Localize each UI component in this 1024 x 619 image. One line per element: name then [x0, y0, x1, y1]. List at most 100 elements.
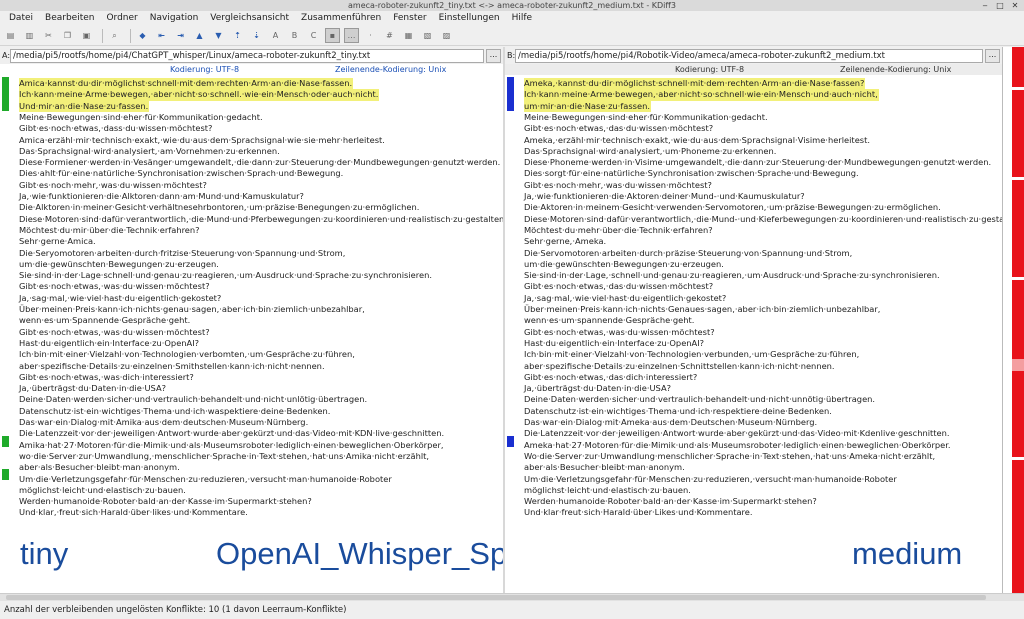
text-line: um·die·gewünschten·Bewegungen·zu·erzeuge…: [19, 258, 219, 269]
text-line: Die·Latenzzeit·vor·der·jeweiligen·Antwor…: [524, 428, 950, 439]
search-icon[interactable]: ⌕: [107, 28, 122, 43]
overview-gap: [1012, 457, 1024, 460]
text-line: Sehr·gerne·Amica.: [19, 236, 96, 247]
split-view-icon[interactable]: ▧: [420, 28, 435, 43]
browse-button-a[interactable]: ...: [486, 48, 501, 63]
menu-ordner[interactable]: Ordner: [100, 11, 143, 26]
menu-navigation[interactable]: Navigation: [144, 11, 205, 26]
select-b-icon[interactable]: B: [287, 28, 302, 43]
current-diff-icon[interactable]: ◆: [135, 28, 150, 43]
path-input-b[interactable]: /media/pi5/rootfs/home/pi4/Robotik-Video…: [515, 48, 983, 63]
diff-gutter-b: [505, 75, 523, 593]
text-line: Meine·Bewegungen·sind·eher·für·Kommunika…: [524, 111, 768, 122]
prev-conflict-icon[interactable]: ⇡: [230, 28, 245, 43]
text-line: möglichst·leicht·und·elastisch·zu·bauen.: [524, 484, 691, 495]
browse-button-b[interactable]: ...: [985, 48, 1000, 63]
overview-gap: [1012, 87, 1024, 90]
text-line: Deine·Daten·werden·sicher·und·vertraulic…: [19, 394, 368, 405]
menu-hilfe[interactable]: Hilfe: [506, 11, 538, 26]
text-line: Werden·humanoide·Roboter·bald·an·der·Kas…: [19, 496, 312, 507]
text-line: Ich·kann·meine·Arme·bewegen,·aber·nicht·…: [524, 89, 879, 101]
text-line: Das·Sprachsignal·wird·analysiert,·am·Vor…: [19, 145, 280, 156]
text-line: Hast·du·eigentlich·ein·Interface·zu·Open…: [524, 337, 705, 348]
bottom-icon[interactable]: ⇥: [173, 28, 188, 43]
path-input-a[interactable]: /media/pi5/rootfs/home/pi4/ChatGPT_whisp…: [10, 48, 484, 63]
select-c-icon[interactable]: C: [306, 28, 321, 43]
text-line: Gibt·es·noch·etwas,·das·dich·interessier…: [524, 371, 698, 382]
text-line: Wo·die·Server·zur·Umwandlung·menschliche…: [524, 450, 936, 461]
text-line: Ameka·hat·27·Motoren·für·die·Mimik·und·a…: [524, 439, 951, 450]
save-icon[interactable]: ▤: [3, 28, 18, 43]
auto-advance-icon[interactable]: ▪: [325, 28, 340, 43]
open-icon[interactable]: ▥: [22, 28, 37, 43]
menu-bearbeiten[interactable]: Bearbeiten: [39, 11, 100, 26]
horizontal-scrollbar[interactable]: [0, 593, 1024, 601]
show-whitespace-icon[interactable]: ·: [363, 28, 378, 43]
toolbar-separator: [102, 28, 103, 43]
text-line: um·die·gewünschten·Bewegungen·zu·erzeuge…: [524, 258, 724, 269]
minimize-icon[interactable]: ‒: [978, 1, 992, 10]
text-line: Diese·Motoren·sind·dafür·verantwortlich,…: [524, 213, 1002, 224]
text-line: Um·die·Verletzungsgefahr·für·Menschen·zu…: [524, 473, 897, 484]
paste-icon[interactable]: ▣: [79, 28, 94, 43]
text-line: Sie·sind·in·der·Lage,·schnell·und·genau·…: [524, 270, 940, 281]
line-ending-label-b: Zeilenende-Kodierung: Unix: [840, 65, 952, 74]
toolbar: ▤ ▥ ✂ ❐ ▣ ⌕ ◆ ⇤ ⇥ ▲ ▼ ⇡ ⇣ A B C ▪ … · # …: [0, 26, 1024, 46]
text-line: Um·die·Verletzungsgefahr·für·Menschen·zu…: [19, 473, 392, 484]
text-line: Gibt·es·noch·etwas,·was·du·wissen·möchte…: [524, 326, 715, 337]
overview-band: [1012, 47, 1024, 593]
text-line: Hast·du·eigentlich·ein·Interface·zu·Open…: [19, 337, 200, 348]
text-line: Das·Sprachsignal·wird·analysiert,·um·Pho…: [524, 145, 777, 156]
text-line: Gibt·es·noch·mehr,·was·du·wissen·möchtes…: [19, 179, 207, 190]
copy-icon[interactable]: ❐: [60, 28, 75, 43]
overview-mode-icon[interactable]: ▨: [439, 28, 454, 43]
overview-icon[interactable]: ▦: [401, 28, 416, 43]
cut-icon[interactable]: ✂: [41, 28, 56, 43]
text-line: Gibt·es·noch·etwas,·was·du·wissen·möchte…: [19, 281, 210, 292]
next-conflict-icon[interactable]: ⇣: [249, 28, 264, 43]
encoding-label-b: Kodierung: UTF-8: [675, 65, 745, 74]
diff-marker: [507, 436, 514, 447]
prev-diff-icon[interactable]: ▲: [192, 28, 207, 43]
select-a-icon[interactable]: A: [268, 28, 283, 43]
text-line: Ameka,·kannst·du·dir·möglichst·schnell·m…: [524, 78, 866, 90]
text-line: Dies·ahlt·für·eine·natürliche·Synchronis…: [19, 168, 344, 179]
diff-gutter-a: [0, 75, 18, 593]
info-bar-b: Kodierung: UTF-8 Zeilenende-Kodierung: U…: [505, 64, 1002, 75]
whitespace-icon[interactable]: …: [344, 28, 359, 43]
text-area-a[interactable]: Amica·kannst·du·dir·möglichst·schnell·mi…: [0, 75, 503, 593]
line-ending-label-a: Zeilenende-Kodierung: Unix: [335, 65, 447, 74]
menu-zusammenfuehren[interactable]: Zusammenführen: [295, 11, 387, 26]
text-line: Gibt·es·noch·etwas,·was·dich·interessier…: [19, 371, 194, 382]
menu-datei[interactable]: Datei: [3, 11, 39, 26]
maximize-icon[interactable]: □: [993, 1, 1007, 10]
line-numbers-icon[interactable]: #: [382, 28, 397, 43]
text-line: Die·Alktoren·in·meiner·Gesicht·verhältne…: [19, 202, 420, 213]
text-line: Deine·Daten·werden·sicher·und·vertraulic…: [524, 394, 876, 405]
overview-gap: [1012, 277, 1024, 280]
text-line: Datenschutz·ist·ein·wichtiges·Thema·und·…: [19, 405, 331, 416]
text-line: wenn·es·um·Spannende·Gespräche·geht.: [19, 315, 191, 326]
diff-overview[interactable]: [1002, 47, 1024, 593]
text-area-b[interactable]: Ameka,·kannst·du·dir·möglichst·schnell·m…: [505, 75, 1002, 593]
text-line: Möchtest·du·mehr·über·die·Technik·erfahr…: [524, 224, 713, 235]
text-line: Ameka,·erzähl·mir·technisch·exakt,·wie·d…: [524, 134, 871, 145]
next-diff-icon[interactable]: ▼: [211, 28, 226, 43]
text-line: möglichst·leicht·und·elastisch·zu·bauen.: [19, 484, 186, 495]
text-line: Diese·Motoren·sind·dafür·verantwortlich,…: [19, 213, 503, 224]
text-line: Dies·sorgt·für·eine·natürliche·Synchroni…: [524, 168, 859, 179]
menu-einstellungen[interactable]: Einstellungen: [433, 11, 506, 26]
text-line: Diese·Formiener·werden·in·Vesänger·umgew…: [19, 157, 501, 168]
top-icon[interactable]: ⇤: [154, 28, 169, 43]
text-line: aber·spezifische·Details·zu·einzelnen·Sm…: [19, 360, 325, 371]
close-icon[interactable]: ✕: [1008, 1, 1022, 10]
menu-vergleichsansicht[interactable]: Vergleichsansicht: [204, 11, 295, 26]
text-line: Über·meinen·Preis·kann·ich·nichts·Genaue…: [524, 304, 881, 314]
text-line: Ich·kann·meine·Arme·bewegen,·aber·nicht·…: [19, 89, 380, 101]
diff-marker: [2, 77, 9, 111]
menu-fenster[interactable]: Fenster: [387, 11, 432, 26]
scrollbar-thumb[interactable]: [6, 595, 986, 600]
text-line: Und·klar,·freut·sich·Harald·über·likes·u…: [19, 507, 248, 518]
status-bar: Anzahl der verbleibenden ungelösten Konf…: [0, 601, 1024, 619]
text-line: aber·als·Besucher·bleibt·man·anonym.: [19, 462, 180, 473]
